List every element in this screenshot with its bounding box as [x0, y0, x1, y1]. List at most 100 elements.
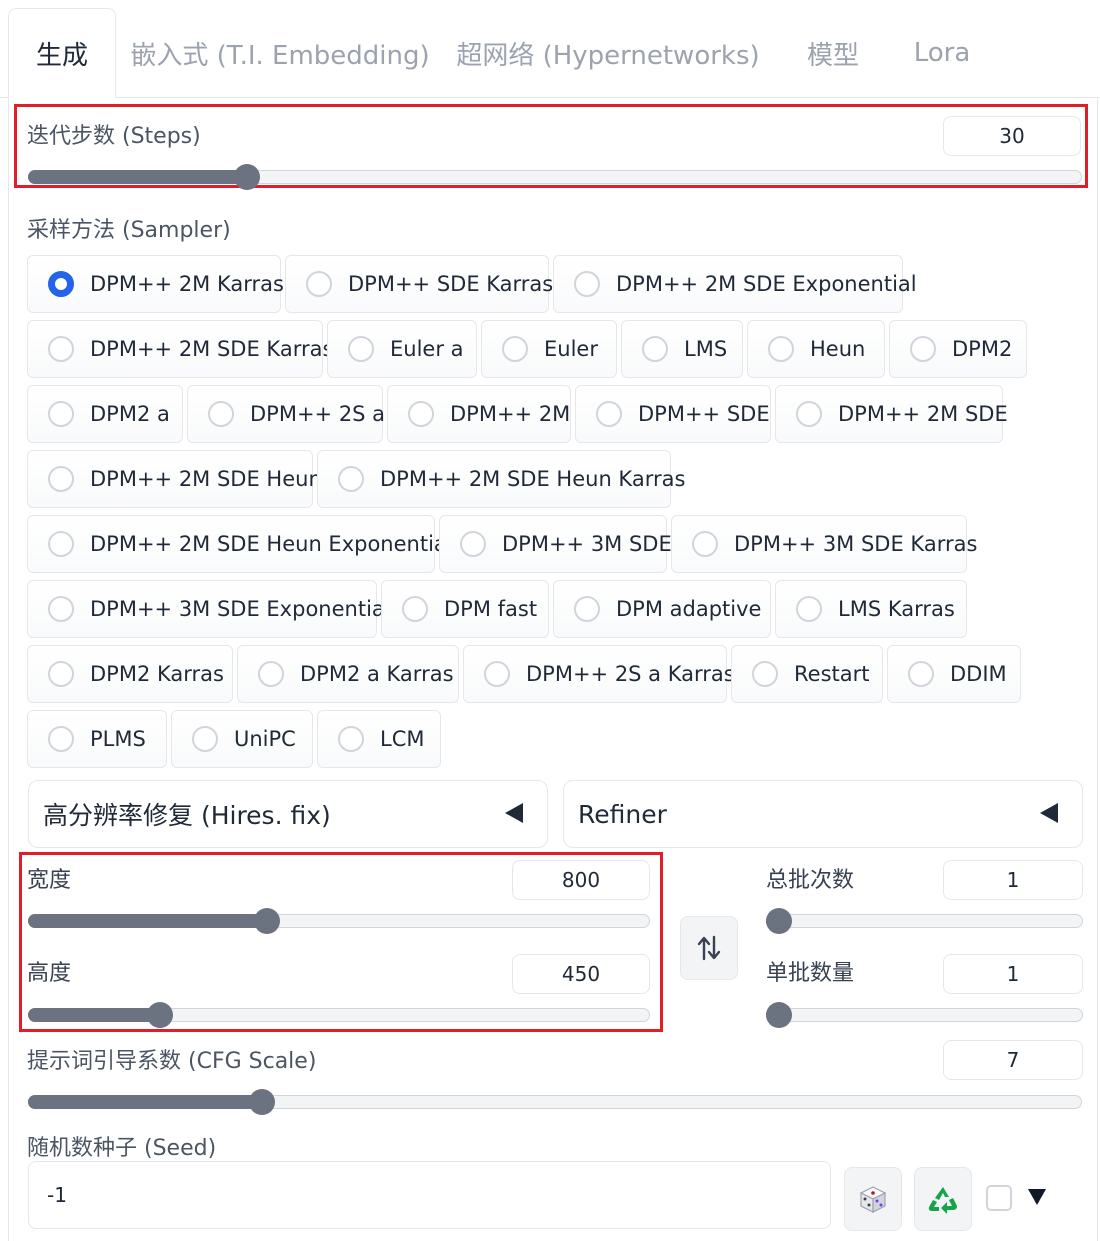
sampler-option[interactable]: Euler a: [327, 320, 477, 378]
sampler-option[interactable]: DPM++ 2M SDE Heun: [27, 450, 322, 508]
width-label: 宽度: [27, 868, 72, 893]
expand-triangle-icon[interactable]: [1028, 1189, 1046, 1205]
radio-button[interactable]: [596, 401, 622, 427]
sampler-option[interactable]: DPM++ 2S a: [187, 385, 385, 443]
sampler-label: 采样方法 (Sampler): [27, 218, 231, 243]
swap-dimensions-button[interactable]: [680, 916, 738, 980]
radio-button[interactable]: [574, 271, 600, 297]
radio-button[interactable]: [574, 596, 600, 622]
batch-count-number-input[interactable]: 1: [943, 860, 1083, 900]
radio-button[interactable]: [48, 531, 74, 557]
radio-button[interactable]: [460, 531, 486, 557]
radio-button[interactable]: [502, 336, 528, 362]
sampler-option[interactable]: DPM++ 2M SDE: [775, 385, 1008, 443]
reuse-seed-button[interactable]: [914, 1167, 972, 1231]
slider-thumb[interactable]: [254, 908, 281, 934]
radio-button[interactable]: [48, 336, 74, 362]
width-slider[interactable]: [28, 902, 650, 936]
sampler-option[interactable]: DPM++ 2M SDE Heun Karras: [317, 450, 685, 508]
sampler-option[interactable]: DPM++ 3M SDE Exponential: [27, 580, 391, 638]
sampler-option[interactable]: PLMS: [27, 710, 167, 768]
sampler-option[interactable]: DPM adaptive: [553, 580, 771, 638]
sampler-option[interactable]: Restart: [731, 645, 883, 703]
radio-button[interactable]: [484, 661, 510, 687]
radio-button[interactable]: [208, 401, 234, 427]
sampler-option[interactable]: DPM++ 2M: [387, 385, 571, 443]
slider-thumb[interactable]: [766, 1002, 792, 1028]
sampler-option[interactable]: Heun: [747, 320, 885, 378]
sampler-option[interactable]: DPM++ 3M SDE: [439, 515, 672, 573]
radio-button[interactable]: [402, 596, 428, 622]
sampler-option[interactable]: DPM++ 3M SDE Karras: [671, 515, 977, 573]
cfg-scale-slider[interactable]: [28, 1083, 1082, 1117]
hires-fix-label: 高分辨率修复 (Hires. fix): [43, 801, 331, 830]
sampler-option[interactable]: DPM2 a: [27, 385, 183, 443]
sampler-option[interactable]: DPM++ 2S a Karras: [463, 645, 735, 703]
steps-number-input[interactable]: 30: [943, 116, 1081, 156]
cfg-scale-number-input[interactable]: 7: [943, 1040, 1083, 1080]
radio-button[interactable]: [48, 726, 74, 752]
radio-button[interactable]: [306, 271, 332, 297]
random-seed-button[interactable]: [844, 1167, 902, 1231]
tab-label: 超网络 (Hypernetworks): [456, 40, 760, 71]
sampler-option[interactable]: DPM++ 2M SDE Heun Exponential: [27, 515, 453, 573]
tab-models[interactable]: 模型: [790, 8, 876, 98]
radio-button[interactable]: [338, 466, 364, 492]
sampler-option[interactable]: DDIM: [887, 645, 1021, 703]
sampler-option[interactable]: DPM++ 2M SDE Exponential: [553, 255, 917, 313]
sampler-option[interactable]: DPM2: [889, 320, 1027, 378]
sampler-option[interactable]: DPM fast: [381, 580, 549, 638]
radio-button[interactable]: [910, 336, 936, 362]
sampler-option[interactable]: LMS Karras: [775, 580, 967, 638]
radio-button[interactable]: [48, 596, 74, 622]
radio-button[interactable]: [258, 661, 284, 687]
extra-seed-checkbox[interactable]: [986, 1185, 1012, 1211]
radio-button[interactable]: [692, 531, 718, 557]
radio-button[interactable]: [348, 336, 374, 362]
radio-button[interactable]: [48, 271, 74, 297]
radio-button[interactable]: [796, 596, 822, 622]
height-slider[interactable]: [28, 996, 650, 1030]
radio-button[interactable]: [408, 401, 434, 427]
sampler-option[interactable]: DPM++ SDE Karras: [285, 255, 553, 313]
tab-lora[interactable]: Lora: [900, 8, 984, 98]
seed-input[interactable]: -1: [28, 1161, 831, 1229]
tab-generate[interactable]: 生成: [8, 8, 116, 98]
steps-slider[interactable]: [28, 158, 1082, 192]
radio-button[interactable]: [908, 661, 934, 687]
sampler-option[interactable]: LCM: [317, 710, 441, 768]
sampler-option[interactable]: DPM++ 2M Karras: [27, 255, 284, 313]
radio-button[interactable]: [48, 401, 74, 427]
sampler-option[interactable]: LMS: [621, 320, 743, 378]
slider-thumb[interactable]: [249, 1089, 276, 1115]
radio-button[interactable]: [48, 661, 74, 687]
slider-thumb[interactable]: [147, 1002, 174, 1028]
sampler-option[interactable]: UniPC: [171, 710, 313, 768]
sampler-option[interactable]: DPM++ 2M SDE Karras: [27, 320, 333, 378]
slider-thumb[interactable]: [766, 908, 792, 934]
radio-button[interactable]: [192, 726, 218, 752]
hires-fix-accordion[interactable]: 高分辨率修复 (Hires. fix): [28, 780, 548, 848]
sampler-option[interactable]: DPM2 a Karras: [237, 645, 459, 703]
refiner-accordion[interactable]: Refiner: [563, 780, 1083, 848]
sampler-option[interactable]: DPM2 Karras: [27, 645, 233, 703]
tab-hypernetworks[interactable]: 超网络 (Hypernetworks): [452, 8, 764, 98]
radio-button[interactable]: [768, 336, 794, 362]
batch-size-number-input[interactable]: 1: [943, 954, 1083, 994]
sampler-option-label: DPM2: [952, 337, 1013, 361]
radio-button[interactable]: [796, 401, 822, 427]
width-number-input[interactable]: 800: [512, 860, 650, 900]
sampler-option-label: DPM++ 2S a Karras: [526, 662, 735, 686]
radio-button[interactable]: [338, 726, 364, 752]
radio-button[interactable]: [48, 466, 74, 492]
slider-thumb[interactable]: [233, 164, 260, 190]
sampler-option[interactable]: DPM++ SDE: [575, 385, 771, 443]
batch-size-slider[interactable]: [766, 996, 1083, 1030]
tab-embedding[interactable]: 嵌入式 (T.I. Embedding): [130, 8, 430, 98]
radio-button[interactable]: [642, 336, 668, 362]
batch-count-slider[interactable]: [766, 902, 1083, 936]
sampler-option-label: DPM adaptive: [616, 597, 762, 621]
height-number-input[interactable]: 450: [512, 954, 650, 994]
sampler-option[interactable]: Euler: [481, 320, 617, 378]
radio-button[interactable]: [752, 661, 778, 687]
